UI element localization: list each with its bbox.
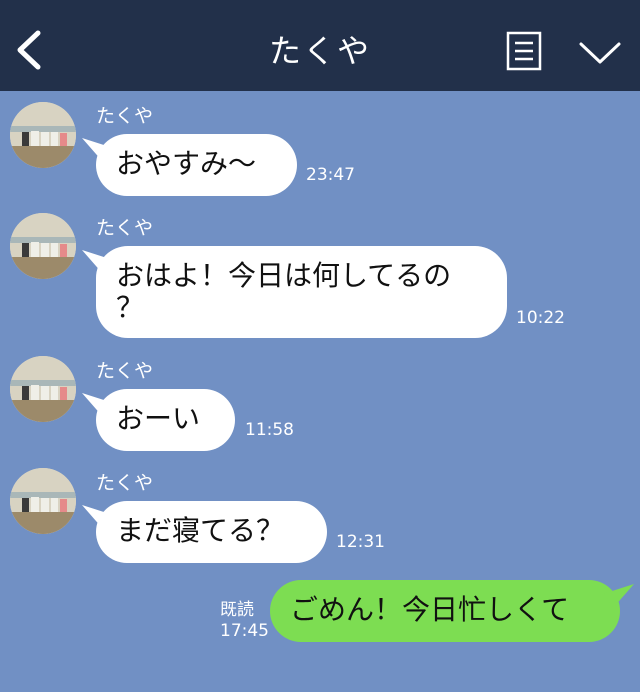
read-receipt: 既読 17:45: [220, 600, 269, 642]
sender-name: たくや: [96, 472, 154, 494]
message-text: おやすみ〜: [116, 147, 257, 180]
message-time: 23:47: [306, 165, 355, 185]
avatar[interactable]: [10, 356, 76, 422]
message-text: まだ寝てる？: [116, 514, 285, 547]
message-text-line: おはよ！今日は何してるの: [116, 259, 452, 292]
sender-name: たくや: [96, 105, 154, 127]
outgoing-message-bubble[interactable]: ごめん！今日忙しくて: [270, 580, 620, 642]
message-time: 12:31: [336, 532, 385, 552]
message-bubble[interactable]: おやすみ〜: [96, 134, 297, 196]
message-time: 17:45: [220, 621, 269, 641]
avatar[interactable]: [10, 468, 76, 534]
sender-name: たくや: [96, 360, 154, 382]
message-time: 10:22: [516, 308, 565, 328]
chat-title: たくや: [268, 32, 371, 70]
message-text: ごめん！今日忙しくて: [290, 593, 570, 626]
notes-button[interactable]: [506, 31, 542, 71]
notes-icon: [506, 31, 542, 71]
avatar[interactable]: [10, 102, 76, 168]
read-label: 既読: [220, 600, 254, 620]
chat-header: たくや: [0, 0, 640, 91]
message-text: おーい: [116, 402, 201, 435]
message-bubble[interactable]: まだ寝てる？: [96, 501, 327, 563]
chevron-down-icon: [579, 42, 621, 64]
avatar[interactable]: [10, 213, 76, 279]
message-text-line: ？: [116, 291, 145, 324]
menu-button[interactable]: [578, 40, 622, 68]
message-time: 11:58: [245, 420, 294, 440]
sender-name: たくや: [96, 217, 154, 239]
message-bubble[interactable]: おはよ！今日は何してるの ？: [96, 246, 507, 338]
message-bubble[interactable]: おーい: [96, 389, 235, 451]
